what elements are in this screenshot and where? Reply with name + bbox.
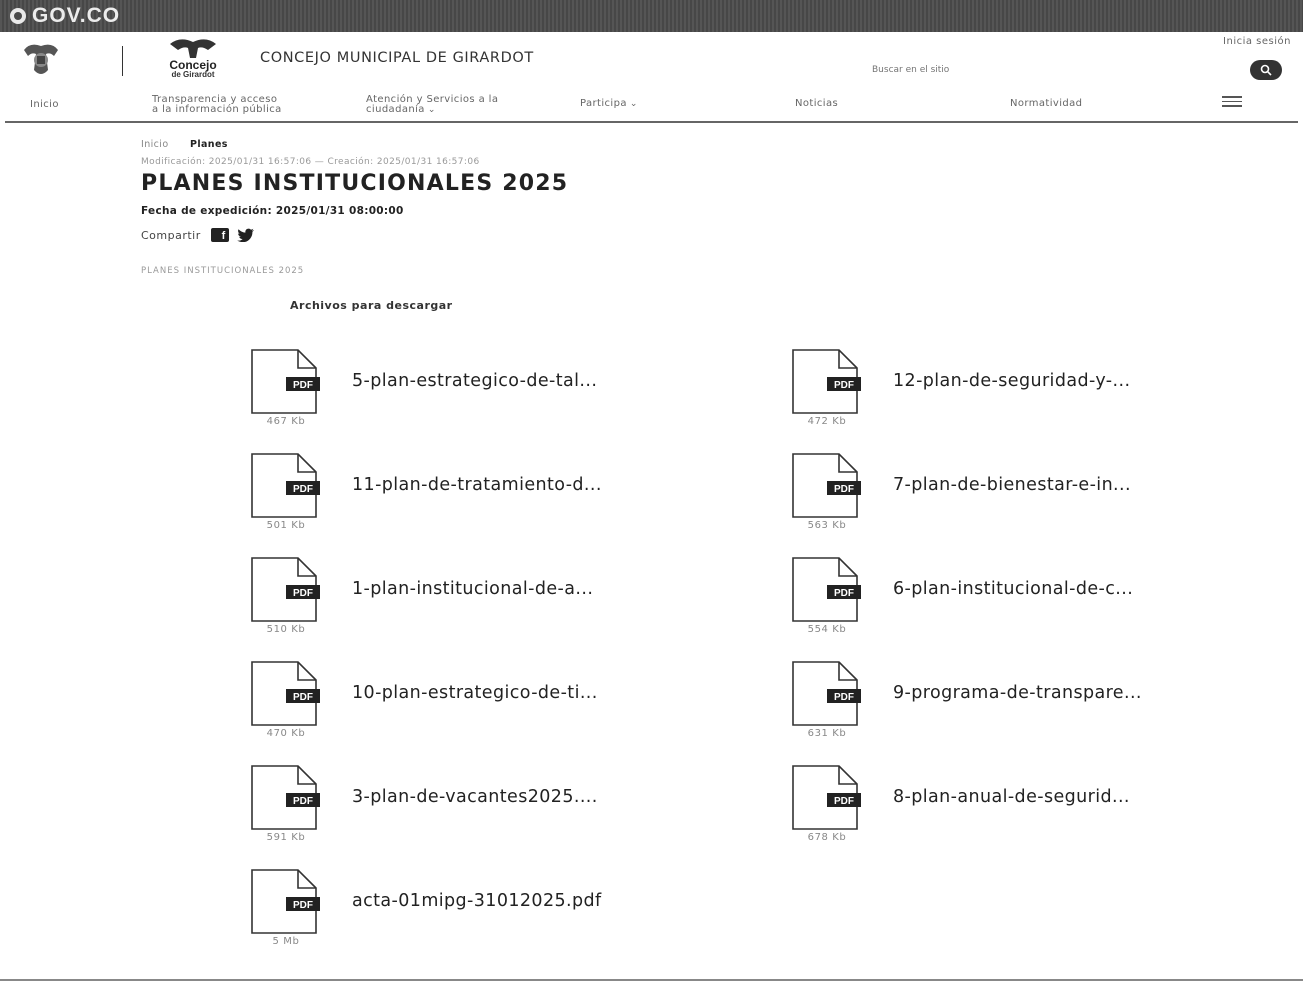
file-item[interactable]: PDF 1-plan-institucional-de-a... 510 Kb bbox=[250, 557, 720, 652]
downloads-heading: Archivos para descargar bbox=[290, 299, 453, 312]
file-name[interactable]: 6-plan-institucional-de-c... bbox=[893, 579, 1133, 599]
file-name[interactable]: 5-plan-estrategico-de-tal... bbox=[352, 371, 597, 391]
pdf-label: PDF bbox=[834, 484, 854, 495]
pdf-label: PDF bbox=[293, 796, 313, 807]
file-item[interactable]: PDF 8-plan-anual-de-segurid... 678 Kb bbox=[791, 765, 1261, 860]
pdf-file-icon: PDF bbox=[251, 349, 320, 414]
file-name[interactable]: 3-plan-de-vacantes2025.... bbox=[352, 787, 598, 807]
file-name[interactable]: 12-plan-de-seguridad-y-... bbox=[893, 371, 1130, 391]
header-rule bbox=[5, 121, 1298, 123]
facebook-icon[interactable]: f bbox=[210, 228, 229, 242]
search-icon bbox=[1260, 64, 1272, 76]
pdf-file-icon: PDF bbox=[251, 453, 320, 518]
pdf-label: PDF bbox=[834, 692, 854, 703]
pdf-file-icon: PDF bbox=[251, 869, 320, 934]
pdf-label: PDF bbox=[293, 380, 313, 391]
file-size: 467 Kb bbox=[266, 416, 306, 427]
nav-normatividad[interactable]: Normatividad bbox=[1010, 99, 1082, 109]
site-header: Concejo de Girardot CONCEJO MUNICIPAL DE… bbox=[0, 32, 1303, 122]
file-size: 678 Kb bbox=[807, 832, 847, 843]
pdf-label: PDF bbox=[293, 900, 313, 911]
file-name[interactable]: 10-plan-estrategico-de-ti... bbox=[352, 683, 598, 703]
search-button[interactable] bbox=[1250, 60, 1282, 80]
file-name[interactable]: acta-01mipg-31012025.pdf bbox=[352, 891, 602, 911]
chevron-down-icon: ⌄ bbox=[427, 105, 436, 115]
nav-participa[interactable]: Participa ⌄ bbox=[580, 98, 638, 110]
file-name[interactable]: 1-plan-institucional-de-a... bbox=[352, 579, 593, 599]
breadcrumb-home[interactable]: Inicio bbox=[141, 139, 169, 150]
bottom-rule bbox=[0, 979, 1303, 981]
search-input[interactable] bbox=[872, 60, 1232, 80]
pdf-file-icon: PDF bbox=[792, 453, 861, 518]
login-link[interactable]: Inicia sesión bbox=[1223, 36, 1291, 47]
nav-transparencia[interactable]: Transparencia y acceso a la información … bbox=[152, 95, 282, 115]
page-title: PLANES INSTITUCIONALES 2025 bbox=[141, 171, 569, 196]
file-size: 591 Kb bbox=[266, 832, 306, 843]
share-row: Compartir f bbox=[141, 228, 255, 242]
pdf-file-icon: PDF bbox=[792, 661, 861, 726]
meta-dates: Modificación: 2025/01/31 16:57:06 — Crea… bbox=[141, 157, 480, 167]
nav-atencion-line2: ciudadanía bbox=[366, 104, 425, 115]
main-nav: Inicio Transparencia y acceso a la infor… bbox=[0, 92, 1303, 120]
govco-bar: GOV.CO bbox=[0, 0, 1303, 32]
breadcrumb: Inicio Planes bbox=[141, 139, 228, 150]
site-title[interactable]: CONCEJO MUNICIPAL DE GIRARDOT bbox=[260, 50, 534, 66]
file-item[interactable]: PDF 7-plan-de-bienestar-e-in... 563 Kb bbox=[791, 453, 1261, 548]
file-size: 563 Kb bbox=[807, 520, 847, 531]
govco-brand[interactable]: GOV.CO bbox=[32, 4, 120, 28]
file-item[interactable]: PDF 10-plan-estrategico-de-ti... 470 Kb bbox=[250, 661, 720, 756]
nav-participa-label: Participa bbox=[580, 98, 627, 109]
nav-inicio[interactable]: Inicio bbox=[30, 100, 59, 110]
logo-sub: de Girardot bbox=[171, 70, 215, 79]
file-item[interactable]: PDF 9-programa-de-transpare... 631 Kb bbox=[791, 661, 1261, 756]
file-size: 501 Kb bbox=[266, 520, 306, 531]
file-item[interactable]: PDF 6-plan-institucional-de-c... 554 Kb bbox=[791, 557, 1261, 652]
pdf-label: PDF bbox=[834, 380, 854, 391]
header-divider bbox=[122, 46, 123, 76]
file-size: 631 Kb bbox=[807, 728, 847, 739]
pdf-file-icon: PDF bbox=[251, 661, 320, 726]
pdf-label: PDF bbox=[293, 588, 313, 599]
share-label: Compartir bbox=[141, 228, 201, 242]
concejo-crest-icon bbox=[170, 39, 216, 58]
file-item[interactable]: PDF acta-01mipg-31012025.pdf 5 Mb bbox=[250, 869, 720, 964]
file-item[interactable]: PDF 12-plan-de-seguridad-y-... 472 Kb bbox=[791, 349, 1261, 444]
page: GOV.CO Concejo de Girardot CONCEJO MUNIC… bbox=[0, 0, 1303, 985]
colombia-shield-icon[interactable] bbox=[20, 40, 62, 80]
pdf-file-icon: PDF bbox=[792, 557, 861, 622]
nav-noticias[interactable]: Noticias bbox=[795, 99, 838, 109]
menu-icon[interactable] bbox=[1222, 96, 1242, 108]
nav-transparencia-line2: a la información pública bbox=[152, 104, 282, 115]
pdf-file-icon: PDF bbox=[251, 765, 320, 830]
file-item[interactable]: PDF 5-plan-estrategico-de-tal... 467 Kb bbox=[250, 349, 720, 444]
file-name[interactable]: 8-plan-anual-de-segurid... bbox=[893, 787, 1130, 807]
pdf-label: PDF bbox=[293, 692, 313, 703]
pdf-file-icon: PDF bbox=[251, 557, 320, 622]
pdf-file-icon: PDF bbox=[792, 765, 861, 830]
govco-logo-icon[interactable] bbox=[10, 8, 26, 24]
issue-date: Fecha de expedición: 2025/01/31 08:00:00 bbox=[141, 205, 404, 217]
pdf-label: PDF bbox=[834, 588, 854, 599]
pdf-label: PDF bbox=[293, 484, 313, 495]
file-size: 5 Mb bbox=[272, 936, 300, 947]
file-item[interactable]: PDF 3-plan-de-vacantes2025.... 591 Kb bbox=[250, 765, 720, 860]
breadcrumb-current: Planes bbox=[189, 139, 228, 150]
pdf-label: PDF bbox=[834, 796, 854, 807]
twitter-icon[interactable] bbox=[236, 228, 255, 242]
file-size: 510 Kb bbox=[266, 624, 306, 635]
chevron-down-icon: ⌄ bbox=[629, 99, 638, 109]
file-size: 472 Kb bbox=[807, 416, 847, 427]
file-name[interactable]: 7-plan-de-bienestar-e-in... bbox=[893, 475, 1131, 495]
file-size: 470 Kb bbox=[266, 728, 306, 739]
body-caption: PLANES INSTITUCIONALES 2025 bbox=[141, 266, 305, 276]
concejo-logo[interactable]: Concejo de Girardot bbox=[150, 36, 240, 82]
file-name[interactable]: 9-programa-de-transpare... bbox=[893, 683, 1142, 703]
file-size: 554 Kb bbox=[807, 624, 847, 635]
nav-atencion[interactable]: Atención y Servicios a la ciudadanía ⌄ bbox=[366, 95, 498, 116]
pdf-file-icon: PDF bbox=[792, 349, 861, 414]
file-name[interactable]: 11-plan-de-tratamiento-d... bbox=[352, 475, 602, 495]
file-item[interactable]: PDF 11-plan-de-tratamiento-d... 501 Kb bbox=[250, 453, 720, 548]
